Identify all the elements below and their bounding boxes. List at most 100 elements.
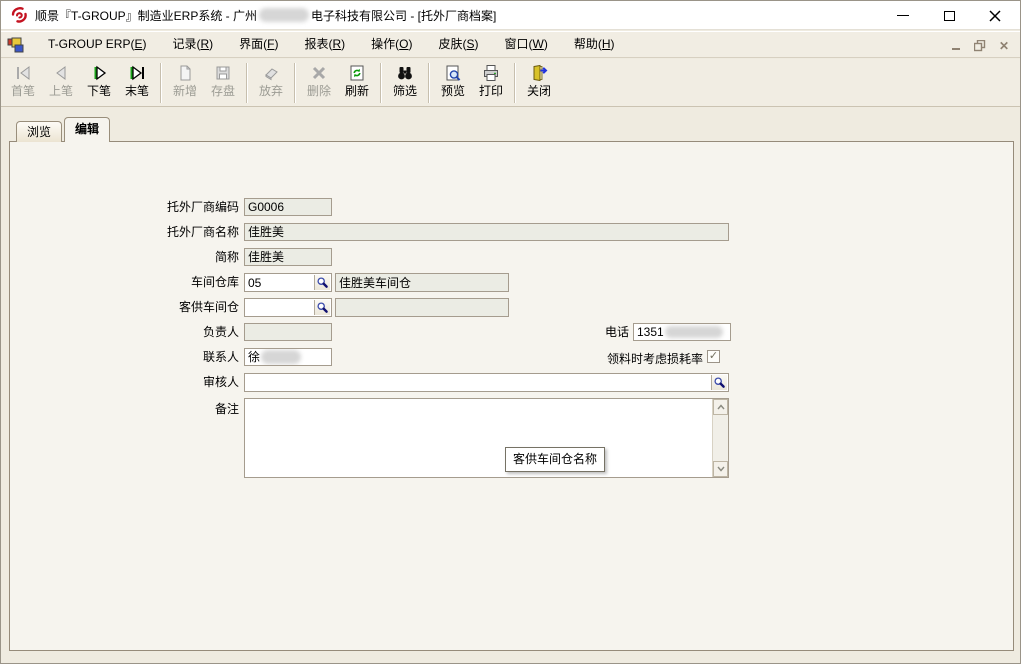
- redacted-company-name: [259, 8, 309, 22]
- customer-warehouse-code-field[interactable]: [244, 298, 332, 317]
- exit-door-icon: [529, 63, 549, 83]
- tab-browse[interactable]: 浏览: [16, 121, 62, 142]
- remarks-scrollbar[interactable]: [712, 399, 728, 477]
- window-title: 顺景『T-GROUP』制造业ERP系统 - 广州 电子科技有限公司 - [托外厂…: [35, 7, 496, 24]
- auditor-lookup-button[interactable]: [711, 375, 727, 390]
- abandon-button[interactable]: 放弃: [252, 61, 290, 105]
- print-preview-icon: [443, 63, 463, 83]
- customer-warehouse-tooltip: 客供车间仓名称: [505, 447, 605, 472]
- maximize-button[interactable]: [926, 1, 972, 30]
- mdi-child-window-icon: [7, 37, 25, 53]
- mdi-close-icon: ✕: [999, 39, 1009, 53]
- workshop-warehouse-code-field[interactable]: 05: [244, 273, 332, 292]
- save-button[interactable]: 存盘: [204, 61, 242, 105]
- toolbar-separator: [514, 63, 516, 103]
- contact-field[interactable]: 徐: [244, 348, 332, 366]
- new-document-icon: [175, 63, 195, 83]
- eraser-icon: [261, 63, 281, 83]
- close-window-button[interactable]: 关闭: [520, 61, 558, 105]
- last-record-icon: [127, 63, 147, 83]
- customer-warehouse-label: 客供车间仓: [1, 298, 239, 316]
- vendor-name-label: 托外厂商名称: [1, 223, 239, 241]
- tab-edit[interactable]: 编辑: [64, 117, 110, 142]
- workshop-warehouse-name-field: 佳胜美车间仓: [335, 273, 509, 292]
- menu-window[interactable]: 窗口(W): [492, 34, 561, 55]
- close-button[interactable]: [972, 1, 1018, 30]
- redacted-contact-name: [261, 350, 301, 364]
- close-icon: [988, 9, 1002, 23]
- menu-interface[interactable]: 界面(F): [226, 34, 291, 55]
- title-bar: 顺景『T-GROUP』制造业ERP系统 - 广州 电子科技有限公司 - [托外厂…: [1, 1, 1020, 30]
- short-name-field[interactable]: 佳胜美: [244, 248, 332, 266]
- save-floppy-icon: [213, 63, 233, 83]
- manager-label: 负责人: [1, 323, 239, 341]
- toolbar-separator: [160, 63, 162, 103]
- toolbar-separator: [428, 63, 430, 103]
- auditor-label: 审核人: [1, 373, 239, 391]
- minimize-icon: [897, 15, 909, 16]
- print-button[interactable]: 打印: [472, 61, 510, 105]
- menu-record[interactable]: 记录(R): [159, 34, 226, 55]
- vendor-code-label: 托外厂商编码: [1, 198, 239, 216]
- refresh-button[interactable]: 刷新: [338, 61, 376, 105]
- scrollbar-down-button[interactable]: [713, 461, 728, 477]
- customer-warehouse-lookup-button[interactable]: [314, 300, 330, 315]
- menu-skin[interactable]: 皮肤(S): [426, 34, 492, 55]
- next-record-button[interactable]: 下笔: [80, 61, 118, 105]
- scrollbar-up-button[interactable]: [713, 399, 728, 415]
- lookup-magnifier-icon: [316, 276, 329, 289]
- workshop-warehouse-lookup-button[interactable]: [314, 275, 330, 290]
- printer-icon: [481, 63, 501, 83]
- lookup-magnifier-icon: [316, 301, 329, 314]
- delete-button[interactable]: 删除: [300, 61, 338, 105]
- checkmark-icon: ✓: [709, 350, 718, 362]
- auditor-field[interactable]: [244, 373, 729, 392]
- loss-rate-checkbox[interactable]: ✓: [707, 350, 720, 363]
- edit-tab-panel: [9, 141, 1014, 651]
- menu-operation[interactable]: 操作(O): [358, 34, 425, 55]
- refresh-icon: [347, 63, 367, 83]
- mdi-window-controls: ✕: [948, 32, 1012, 59]
- toolbar: 首笔 上笔 下笔 末笔 新增 存盘: [1, 59, 1020, 107]
- mdi-close-button[interactable]: ✕: [996, 38, 1012, 54]
- toolbar-separator: [294, 63, 296, 103]
- loss-rate-label: 领料时考虑损耗率: [541, 350, 703, 368]
- prev-record-button[interactable]: 上笔: [42, 61, 80, 105]
- filter-button[interactable]: 筛选: [386, 61, 424, 105]
- remarks-label: 备注: [1, 400, 239, 418]
- window-title-post: 电子科技有限公司 - [托外厂商档案]: [311, 7, 496, 24]
- chevron-up-icon: [716, 403, 726, 411]
- mdi-restore-button[interactable]: [972, 38, 988, 54]
- vendor-code-field[interactable]: G0006: [244, 198, 332, 216]
- lookup-magnifier-icon: [713, 376, 726, 389]
- phone-label: 电话: [521, 323, 629, 341]
- tab-strip: 浏览 编辑: [16, 117, 110, 142]
- menu-help[interactable]: 帮助(H): [561, 34, 628, 55]
- preview-button[interactable]: 预览: [434, 61, 472, 105]
- window-title-pre: 顺景『T-GROUP』制造业ERP系统 - 广州: [35, 7, 257, 24]
- app-logo-icon: [9, 5, 29, 25]
- menu-report[interactable]: 报表(R): [292, 34, 359, 55]
- menu-bar: T-GROUP ERP(E) 记录(R) 界面(F) 报表(R) 操作(O) 皮…: [1, 31, 1020, 58]
- delete-x-icon: [309, 63, 329, 83]
- mdi-client-area: 浏览 编辑 托外厂商编码 G0006 托外厂商名称 佳胜美 简称 佳胜美 车间仓…: [1, 107, 1020, 664]
- customer-warehouse-name-field: [335, 298, 509, 317]
- vendor-name-field[interactable]: 佳胜美: [244, 223, 729, 241]
- mdi-minimize-icon: [952, 48, 960, 50]
- manager-field[interactable]: [244, 323, 332, 341]
- menu-tgroup-erp[interactable]: T-GROUP ERP(E): [35, 34, 159, 55]
- first-record-button[interactable]: 首笔: [4, 61, 42, 105]
- mdi-minimize-button[interactable]: [948, 38, 964, 54]
- minimize-button[interactable]: [880, 1, 926, 30]
- redacted-phone-number: [665, 326, 723, 338]
- first-record-icon: [13, 63, 33, 83]
- phone-field[interactable]: 1351: [633, 323, 731, 341]
- toolbar-separator: [246, 63, 248, 103]
- mdi-restore-icon: [974, 40, 986, 52]
- remarks-textarea[interactable]: [244, 398, 729, 478]
- maximize-icon: [944, 11, 955, 21]
- short-name-label: 简称: [1, 248, 239, 266]
- new-button[interactable]: 新增: [166, 61, 204, 105]
- last-record-button[interactable]: 末笔: [118, 61, 156, 105]
- binoculars-icon: [395, 63, 415, 83]
